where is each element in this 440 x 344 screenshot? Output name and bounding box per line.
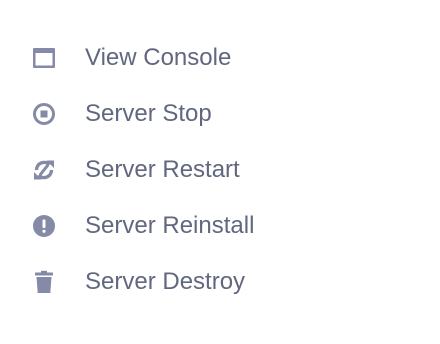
trash-icon [32,270,56,294]
menu-item-server-destroy[interactable]: Server Destroy [0,254,440,310]
stop-circle-icon [32,102,56,126]
window-icon [32,46,56,70]
menu-item-label: View Console [85,44,232,71]
menu-item-label: Server Restart [85,156,240,183]
server-actions-menu: View Console Server Stop Server Restart [0,30,440,310]
menu-item-server-stop[interactable]: Server Stop [0,86,440,142]
alert-circle-icon [32,214,56,238]
menu-item-server-restart[interactable]: Server Restart [0,142,440,198]
menu-item-view-console[interactable]: View Console [0,30,440,86]
menu-item-label: Server Reinstall [85,212,255,239]
menu-item-label: Server Stop [85,100,212,127]
menu-item-label: Server Destroy [85,268,246,295]
menu-item-server-reinstall[interactable]: Server Reinstall [0,198,440,254]
restart-icon [32,158,56,182]
